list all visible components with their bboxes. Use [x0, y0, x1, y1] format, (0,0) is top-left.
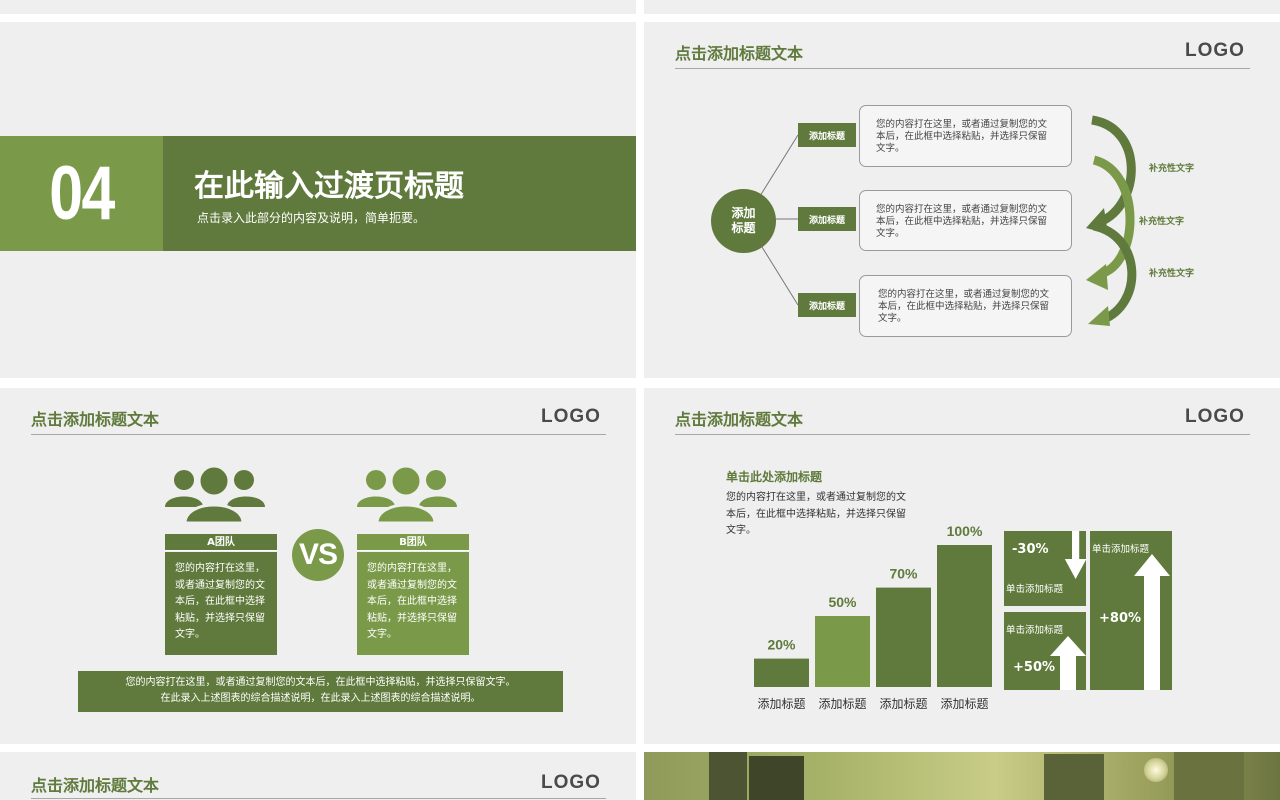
category-label-3: 添加标题 [879, 697, 927, 711]
branch-label-2: 添加标题 [798, 207, 856, 231]
value-minus-30: -30% [1012, 542, 1049, 557]
arrow-label-2: 单击添加标题 [1006, 625, 1064, 636]
transition-title: 在此输入过渡页标题 [194, 169, 464, 204]
slide-top-left[interactable] [0, 0, 636, 14]
vs-text: VS [298, 538, 338, 571]
value-plus-80: +80% [1099, 611, 1142, 626]
building-shape-2 [749, 756, 804, 800]
team-a-text: 您的内容打在这里，或者通过复制您的文本后，在此框中选择粘贴，并选择只保留文字。 [165, 552, 277, 655]
bar-1 [754, 658, 809, 687]
content-box-3: 您的内容打在这里，或者通过复制您的文本后，在此框中选择粘贴，并选择只保留文字。 [859, 275, 1072, 337]
building-shape-4 [1174, 752, 1244, 800]
team-b-header: B团队 [357, 534, 469, 551]
summary-line-1: 您的内容打在这里，或者通过复制您的文本后，在此框中选择粘贴，并选择只保留文字。 [125, 677, 516, 688]
bar-2 [815, 616, 870, 687]
slide-bottom-left[interactable]: 点击添加标题文本 LOGO [0, 752, 636, 800]
header-title: 点击添加标题文本 [31, 410, 160, 429]
bar-4 [937, 545, 992, 687]
section-number: 04 [49, 151, 115, 236]
logo: LOGO [541, 772, 601, 793]
branch-label-1: 添加标题 [798, 123, 856, 147]
bar-3 [876, 587, 931, 687]
center-node-line2: 标题 [731, 221, 756, 235]
slide-top-right[interactable] [644, 0, 1280, 14]
bar-value-label-3: 70% [889, 566, 918, 582]
supplement-2: 补充性文字 [1139, 217, 1185, 227]
vs-badge: VS [292, 529, 344, 581]
category-label-1: 添加标题 [757, 697, 805, 711]
transition-subtitle: 点击录入此部分的内容及说明，简单扼要。 [197, 211, 426, 225]
center-node[interactable]: 添加 标题 [711, 189, 776, 253]
chart-subtitle: 单击此处添加标题 [726, 470, 823, 484]
building-shape-1 [709, 752, 747, 800]
supplement-1: 补充性文字 [1149, 164, 1195, 174]
supplement-3: 补充性文字 [1149, 269, 1195, 279]
team-a-people-icon [165, 464, 265, 525]
arrow-label-3: 单击添加标题 [1092, 544, 1150, 555]
branch-label-3: 添加标题 [798, 293, 856, 317]
summary-box: 您的内容打在这里，或者通过复制您的文本后，在此框中选择粘贴，并选择只保留文字。 … [78, 671, 563, 712]
bar-value-label-4: 100% [947, 523, 983, 539]
header-divider [31, 434, 606, 435]
slide-mindmap[interactable]: 点击添加标题文本 LOGO 添加 标题 添加标题 添加标题 添加标题 您的内容打… [644, 22, 1280, 378]
slide-transition[interactable]: 04 在此输入过渡页标题 点击录入此部分的内容及说明，简单扼要。 [0, 22, 636, 378]
header-title: 点击添加标题文本 [675, 410, 804, 429]
header-divider [31, 798, 606, 799]
logo: LOGO [541, 406, 601, 427]
slide-bar-chart[interactable]: 点击添加标题文本 LOGO 单击此处添加标题 您的内容打在这里，或者通过复制您的… [644, 388, 1280, 744]
content-box-2: 您的内容打在这里，或者通过复制您的文本后，在此框中选择粘贴，并选择只保留文字。 [859, 190, 1072, 251]
category-label-4: 添加标题 [940, 697, 988, 711]
team-a-header: A团队 [165, 534, 277, 551]
bar-value-label-1: 20% [767, 637, 796, 653]
center-node-line1: 添加 [731, 206, 756, 220]
category-label-2: 添加标题 [818, 697, 866, 711]
bar-chart: 20% 添加标题 50% 添加标题 70% 添加标题 100% 添加标题 [754, 523, 992, 711]
bar-value-label-2: 50% [828, 594, 857, 610]
down-arrow-icon [1064, 531, 1086, 579]
header-divider [675, 434, 1250, 435]
header-title: 点击添加标题文本 [31, 776, 160, 795]
slide-versus[interactable]: 点击添加标题文本 LOGO A团队 您的内容打在这里，或者通过复制您的文本后，在… [0, 388, 636, 744]
team-b-text: 您的内容打在这里，或者通过复制您的文本后，在此框中选择粘贴，并选择只保留文字。 [357, 552, 469, 655]
arrow-label-1: 单击添加标题 [1006, 584, 1064, 595]
building-shape-3 [1044, 754, 1104, 800]
sun-glare [1144, 758, 1168, 782]
slide-city-photo[interactable] [644, 752, 1280, 800]
logo: LOGO [1185, 406, 1245, 427]
content-box-1: 您的内容打在这里，或者通过复制您的文本后，在此框中选择粘贴，并选择只保留文字。 [859, 105, 1072, 167]
summary-line-2: 在此录入上述图表的综合描述说明，在此录入上述图表的综合描述说明。 [160, 693, 481, 704]
value-plus-50: +50% [1013, 660, 1056, 675]
team-b-people-icon [357, 464, 457, 525]
